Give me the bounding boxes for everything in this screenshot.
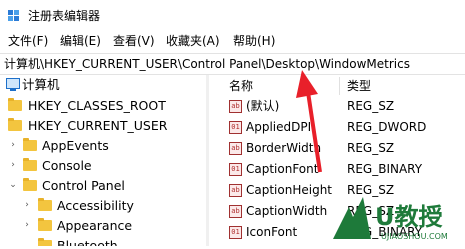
watermark-graphic: U教授 UJIAOSHOU.COM [333,197,448,241]
watermark-subtext: UJIAOSHOU.COM [381,232,448,241]
watermark-logo: U教授 UJIAOSHOU.COM [323,187,465,246]
shield-icon [333,197,371,239]
watermark-text: U教授 [375,203,443,231]
arrow-head [296,70,318,98]
arrow-shaft [306,91,322,173]
